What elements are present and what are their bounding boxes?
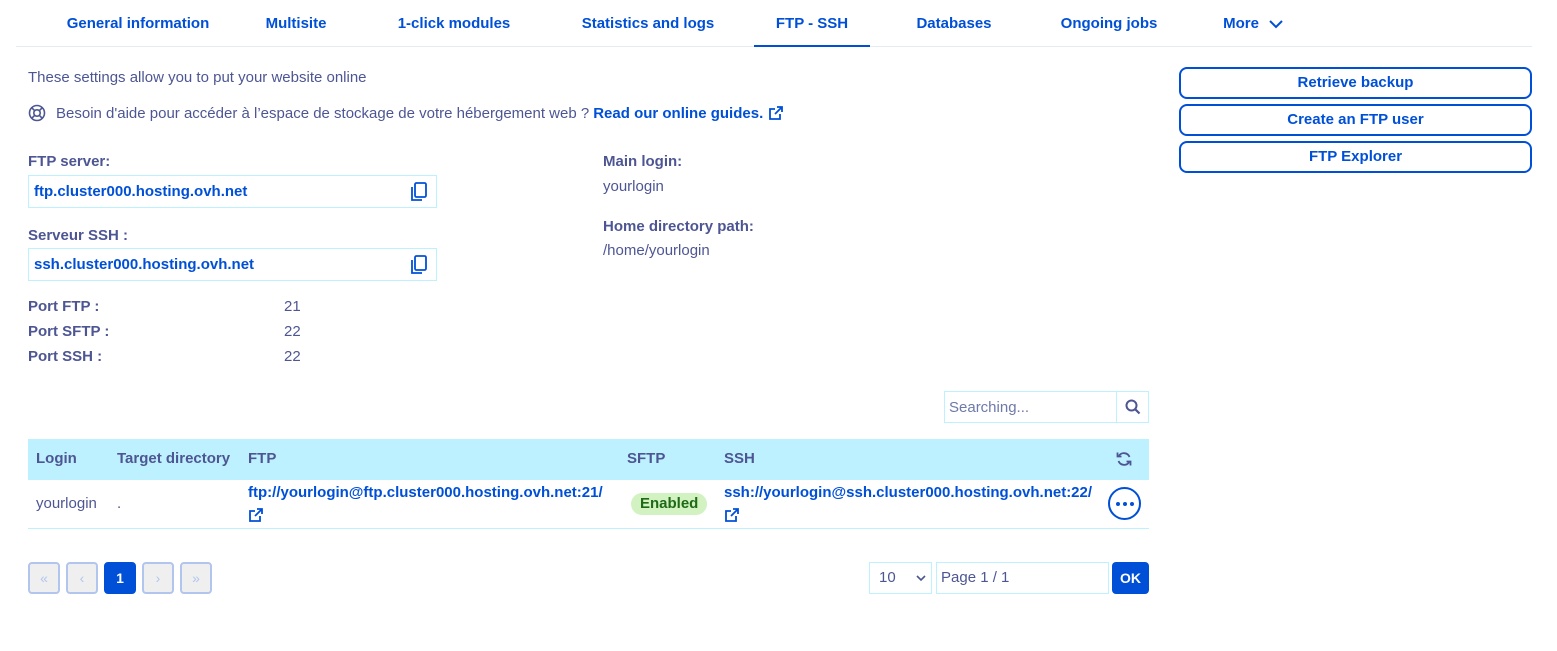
items-per-page-select[interactable]: 10	[869, 562, 932, 594]
search-icon	[1125, 399, 1140, 415]
row-ssh-link[interactable]: ssh://yourlogin@ssh.cluster000.hosting.o…	[724, 484, 1092, 501]
last-page-button[interactable]: »	[180, 562, 212, 594]
column-header-login[interactable]: Login	[36, 450, 77, 467]
ftp-server-value: ftp.cluster000.hosting.ovh.net	[34, 183, 248, 200]
sftp-status-badge: Enabled	[631, 493, 708, 515]
retrieve-backup-button[interactable]: Retrieve backup	[1179, 67, 1532, 99]
column-header-target-directory[interactable]: Target directory	[117, 450, 230, 467]
create-ftp-user-button[interactable]: Create an FTP user	[1179, 104, 1532, 136]
column-header-sftp: SFTP	[627, 450, 666, 467]
copy-icon[interactable]	[410, 255, 428, 275]
table-header: Login Target directory FTP SFTP SSH	[28, 439, 1149, 480]
ftp-server-field: ftp.cluster000.hosting.ovh.net	[28, 175, 437, 208]
search-input[interactable]	[945, 392, 1117, 422]
tab-statistics-and-logs[interactable]: Statistics and logs	[569, 0, 727, 47]
table-row: yourlogin . ftp://yourlogin@ftp.cluster0…	[28, 480, 1149, 529]
ssh-server-value: ssh.cluster000.hosting.ovh.net	[34, 256, 255, 273]
column-header-ftp: FTP	[248, 450, 277, 467]
port-ssh-value: 22	[284, 348, 301, 365]
port-ssh-label: Port SSH :	[28, 348, 103, 365]
next-page-button[interactable]: ›	[142, 562, 174, 594]
chevron-down-icon	[1269, 1, 1283, 48]
tab-ftp-ssh[interactable]: FTP - SSH	[754, 0, 870, 47]
current-page-button[interactable]: 1	[104, 562, 136, 594]
tab-bar: General information Multisite 1-click mo…	[16, 0, 1532, 47]
online-guides-link[interactable]: Read our online guides.	[593, 105, 763, 122]
ellipsis-dot	[1122, 501, 1127, 506]
port-ftp-value: 21	[284, 298, 301, 315]
external-link-icon[interactable]	[724, 507, 740, 523]
row-ftp-link[interactable]: ftp://yourlogin@ftp.cluster000.hosting.o…	[248, 484, 603, 501]
main-login-label: Main login:	[603, 153, 683, 170]
row-login: yourlogin	[36, 495, 97, 512]
tab-1-click-modules[interactable]: 1-click modules	[385, 0, 523, 47]
ssh-server-label: Serveur SSH :	[28, 227, 129, 244]
column-header-ssh: SSH	[724, 450, 755, 467]
help-line: Besoin d'aide pour accéder à l’espace de…	[28, 104, 784, 122]
previous-page-button[interactable]: ‹	[66, 562, 98, 594]
port-sftp-value: 22	[284, 323, 301, 340]
tab-more[interactable]: More	[1208, 0, 1298, 47]
row-target-directory: .	[117, 495, 122, 512]
tab-multisite[interactable]: Multisite	[252, 0, 340, 47]
ellipsis-dot	[1129, 501, 1134, 506]
home-directory-value: /home/yourlogin	[603, 242, 710, 259]
external-link-icon[interactable]	[248, 507, 264, 523]
ssh-server-field: ssh.cluster000.hosting.ovh.net	[28, 248, 437, 281]
port-sftp-label: Port SFTP :	[28, 323, 110, 340]
help-text: Besoin d'aide pour accéder à l’espace de…	[56, 104, 590, 122]
ftp-explorer-button[interactable]: FTP Explorer	[1179, 141, 1532, 173]
tab-general-information[interactable]: General information	[38, 0, 238, 47]
items-per-page-value: 10	[879, 569, 896, 586]
intro-text: These settings allow you to put your web…	[28, 69, 367, 86]
port-ftp-label: Port FTP :	[28, 298, 100, 315]
ellipsis-icon	[1115, 501, 1120, 506]
go-to-page-button[interactable]: OK	[1112, 562, 1149, 594]
main-login-value: yourlogin	[603, 178, 664, 195]
search-box	[944, 391, 1149, 423]
external-link-icon[interactable]	[768, 105, 784, 121]
chevron-down-icon	[916, 575, 926, 582]
row-actions-menu-button[interactable]	[1108, 487, 1141, 520]
page-number-input[interactable]: Page 1 / 1	[936, 562, 1109, 594]
copy-icon[interactable]	[410, 182, 428, 202]
lifebuoy-icon	[28, 104, 46, 122]
ftp-server-label: FTP server:	[28, 153, 111, 170]
home-directory-label: Home directory path:	[603, 218, 754, 235]
refresh-icon[interactable]	[1116, 451, 1132, 467]
tab-ongoing-jobs[interactable]: Ongoing jobs	[1049, 0, 1169, 47]
first-page-button[interactable]: «	[28, 562, 60, 594]
search-button[interactable]	[1116, 392, 1148, 422]
tab-more-label: More	[1223, 15, 1259, 32]
tab-databases[interactable]: Databases	[904, 0, 1004, 47]
